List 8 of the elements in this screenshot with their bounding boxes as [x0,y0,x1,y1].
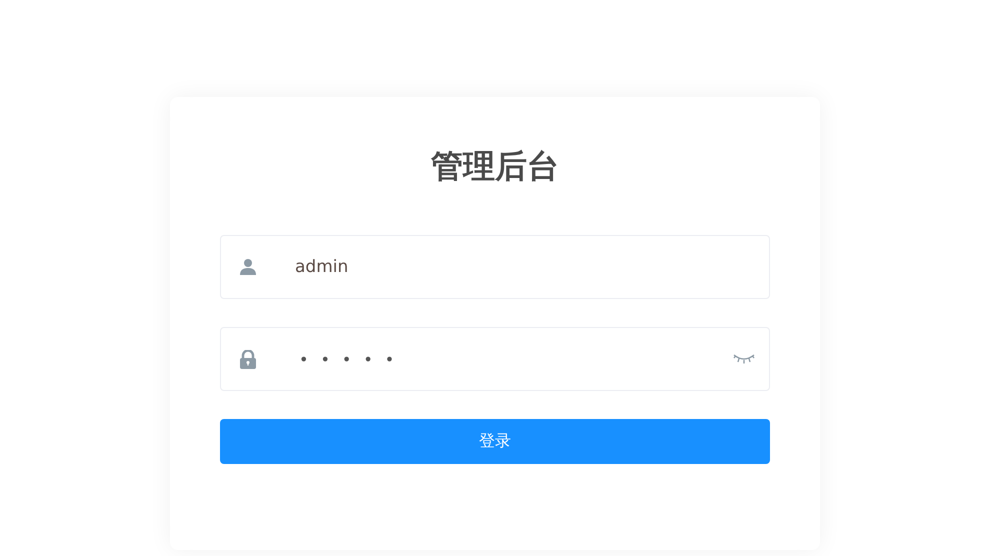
user-icon [239,258,257,276]
page-title: 管理后台 [430,146,560,187]
password-value: ••••• [299,350,408,368]
username-field[interactable]: admin [220,235,770,299]
username-value: admin [295,257,350,277]
eye-icon[interactable] [733,352,755,366]
password-field[interactable]: ••••• [220,327,770,391]
lock-icon [239,350,257,368]
